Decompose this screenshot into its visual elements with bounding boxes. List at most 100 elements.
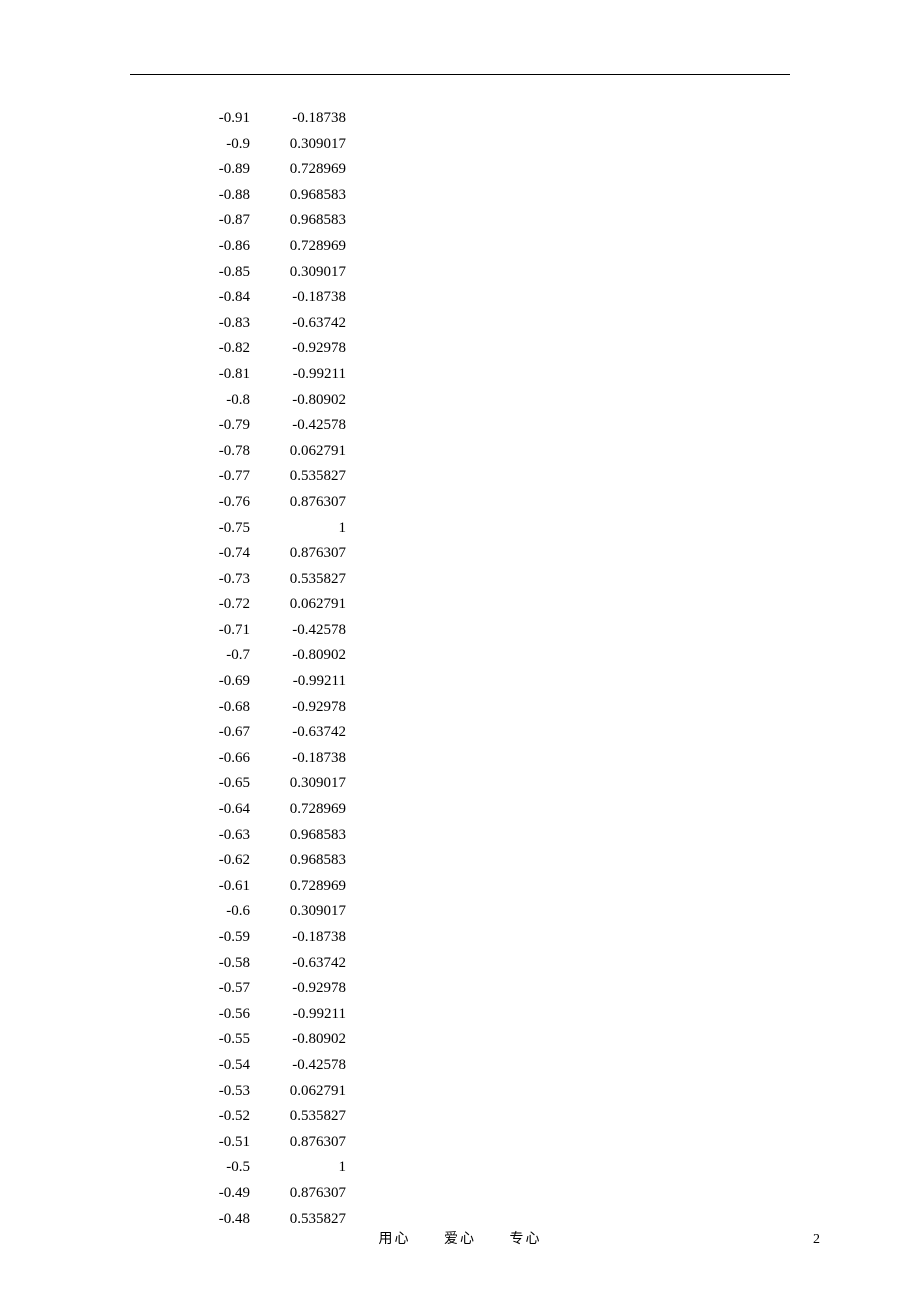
table-row: -0.78 0.062791 bbox=[180, 439, 346, 465]
table-row: -0.66-0.18738 bbox=[180, 746, 346, 772]
table-row: -0.890.728969 bbox=[180, 157, 346, 183]
cell-y: -0.92978 bbox=[274, 336, 346, 362]
table-row: -0.54 -0.42578 bbox=[180, 1053, 346, 1079]
cell-x: -0.67 bbox=[180, 720, 250, 746]
cell-y: 0.968583 bbox=[274, 208, 346, 234]
footer-word-2: 爱心 bbox=[444, 1232, 476, 1247]
cell-y: -0.99211 bbox=[274, 669, 346, 695]
cell-y: -0.99211 bbox=[274, 362, 346, 388]
table-row: -0.8 -0.80902 bbox=[180, 388, 346, 414]
table-row: -0.55 -0.80902 bbox=[180, 1027, 346, 1053]
table-row: -0.57-0.92978 bbox=[180, 976, 346, 1002]
table-row: -0.620.968583 bbox=[180, 848, 346, 874]
cell-x: -0.68 bbox=[180, 695, 250, 721]
cell-y: 0.062791 bbox=[274, 439, 346, 465]
table-row: -0.490.876307 bbox=[180, 1181, 346, 1207]
cell-y: 0.309017 bbox=[274, 132, 346, 158]
cell-y: 0.062791 bbox=[274, 1079, 346, 1105]
table-row: -0.56-0.99211 bbox=[180, 1002, 346, 1028]
cell-x: -0.75 bbox=[180, 516, 250, 542]
cell-x: -0.6 bbox=[180, 899, 250, 925]
cell-x: -0.53 bbox=[180, 1079, 250, 1105]
table-row: -0.63 0.968583 bbox=[180, 823, 346, 849]
cell-y: 0.968583 bbox=[274, 183, 346, 209]
cell-y: 0.968583 bbox=[274, 823, 346, 849]
cell-x: -0.7 bbox=[180, 643, 250, 669]
table-row: -0.51 bbox=[180, 1155, 346, 1181]
data-table: -0.91-0.18738-0.90.309017-0.890.728969-0… bbox=[180, 106, 346, 1232]
cell-y: -0.42578 bbox=[274, 413, 346, 439]
table-row: -0.58 -0.63742 bbox=[180, 951, 346, 977]
cell-x: -0.76 bbox=[180, 490, 250, 516]
cell-x: -0.77 bbox=[180, 464, 250, 490]
page-footer: 用心 爱心 专心 2 bbox=[0, 1228, 920, 1248]
cell-x: -0.87 bbox=[180, 208, 250, 234]
cell-y: -0.63742 bbox=[274, 720, 346, 746]
cell-y: 0.535827 bbox=[274, 1104, 346, 1130]
cell-x: -0.88 bbox=[180, 183, 250, 209]
cell-y: 1 bbox=[274, 516, 346, 542]
cell-y: 0.309017 bbox=[274, 899, 346, 925]
table-row: -0.76 0.876307 bbox=[180, 490, 346, 516]
cell-x: -0.85 bbox=[180, 260, 250, 286]
table-row: -0.68 -0.92978 bbox=[180, 695, 346, 721]
cell-x: -0.83 bbox=[180, 311, 250, 337]
cell-y: -0.99211 bbox=[274, 1002, 346, 1028]
table-row: -0.61 0.728969 bbox=[180, 874, 346, 900]
cell-x: -0.8 bbox=[180, 388, 250, 414]
cell-y: -0.80902 bbox=[274, 1027, 346, 1053]
footer-motto: 用心 爱心 专心 bbox=[0, 1228, 920, 1248]
cell-x: -0.58 bbox=[180, 951, 250, 977]
table-row: -0.59-0.18738 bbox=[180, 925, 346, 951]
cell-y: -0.42578 bbox=[274, 1053, 346, 1079]
cell-x: -0.59 bbox=[180, 925, 250, 951]
cell-y: 0.535827 bbox=[274, 464, 346, 490]
cell-x: -0.84 bbox=[180, 285, 250, 311]
table-row: -0.69 -0.99211 bbox=[180, 669, 346, 695]
document-page: -0.91-0.18738-0.90.309017-0.890.728969-0… bbox=[0, 0, 920, 1302]
cell-y: -0.92978 bbox=[274, 695, 346, 721]
cell-x: -0.81 bbox=[180, 362, 250, 388]
cell-y: 0.876307 bbox=[274, 1130, 346, 1156]
cell-y: 0.309017 bbox=[274, 260, 346, 286]
page-number: 2 bbox=[813, 1232, 820, 1248]
cell-x: -0.82 bbox=[180, 336, 250, 362]
cell-y: -0.92978 bbox=[274, 976, 346, 1002]
cell-x: -0.78 bbox=[180, 439, 250, 465]
cell-y: 0.876307 bbox=[274, 541, 346, 567]
cell-x: -0.86 bbox=[180, 234, 250, 260]
footer-word-3: 专心 bbox=[510, 1232, 542, 1247]
cell-x: -0.69 bbox=[180, 669, 250, 695]
cell-y: -0.63742 bbox=[274, 951, 346, 977]
cell-y: -0.18738 bbox=[274, 285, 346, 311]
table-row: -0.720.062791 bbox=[180, 592, 346, 618]
cell-y: 0.728969 bbox=[274, 234, 346, 260]
table-row: -0.83-0.63742 bbox=[180, 311, 346, 337]
cell-x: -0.51 bbox=[180, 1130, 250, 1156]
cell-y: -0.80902 bbox=[274, 388, 346, 414]
cell-x: -0.61 bbox=[180, 874, 250, 900]
cell-y: 0.876307 bbox=[274, 490, 346, 516]
cell-y: 0.728969 bbox=[274, 157, 346, 183]
table-row: -0.740.876307 bbox=[180, 541, 346, 567]
cell-x: -0.66 bbox=[180, 746, 250, 772]
table-row: -0.71-0.42578 bbox=[180, 618, 346, 644]
cell-x: -0.91 bbox=[180, 106, 250, 132]
cell-y: 0.876307 bbox=[274, 1181, 346, 1207]
table-row: -0.7-0.80902 bbox=[180, 643, 346, 669]
cell-x: -0.54 bbox=[180, 1053, 250, 1079]
cell-y: 0.062791 bbox=[274, 592, 346, 618]
cell-y: 0.535827 bbox=[274, 567, 346, 593]
cell-y: 0.728969 bbox=[274, 874, 346, 900]
cell-x: -0.65 bbox=[180, 771, 250, 797]
table-row: -0.520.535827 bbox=[180, 1104, 346, 1130]
table-row: -0.87 0.968583 bbox=[180, 208, 346, 234]
table-row: -0.67 -0.63742 bbox=[180, 720, 346, 746]
table-row: -0.90.309017 bbox=[180, 132, 346, 158]
cell-x: -0.55 bbox=[180, 1027, 250, 1053]
table-row: -0.650.309017 bbox=[180, 771, 346, 797]
cell-x: -0.63 bbox=[180, 823, 250, 849]
table-row: -0.730.535827 bbox=[180, 567, 346, 593]
cell-y: 1 bbox=[274, 1155, 346, 1181]
table-row: -0.640.728969 bbox=[180, 797, 346, 823]
